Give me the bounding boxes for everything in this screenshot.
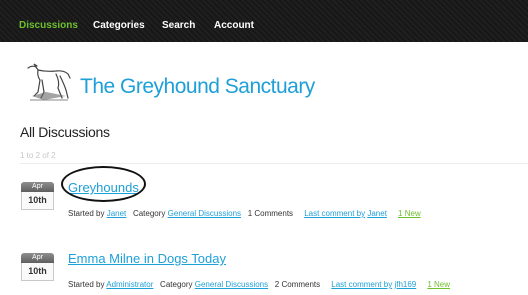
calendar-month: Apr — [21, 253, 54, 263]
discussion-meta: Started by Administrator Category Genera… — [68, 280, 450, 289]
result-count: 1 to 2 of 2 — [20, 151, 56, 160]
category-link[interactable]: General Discussions — [195, 280, 268, 289]
author-link[interactable]: Janet — [107, 209, 127, 218]
nav-categories[interactable]: Categories — [93, 20, 145, 31]
calendar-icon: Apr 10th — [21, 182, 54, 210]
site-title[interactable]: The Greyhound Sanctuary — [80, 75, 315, 99]
category-label: Category — [160, 280, 193, 289]
new-badge[interactable]: 1 New — [427, 280, 450, 289]
started-by-label: Started by — [68, 280, 105, 289]
calendar-icon: Apr 10th — [21, 253, 54, 281]
last-comment-link[interactable]: Last comment by — [331, 280, 392, 289]
discussion-meta: Started by Janet Category General Discus… — [68, 209, 421, 218]
comment-count: 1 Comments — [247, 209, 294, 218]
calendar-month: Apr — [21, 182, 54, 192]
category-link[interactable]: General Discussions — [168, 209, 241, 218]
nav-account[interactable]: Account — [214, 20, 254, 31]
new-badge[interactable]: 1 New — [398, 209, 421, 218]
greyhound-logo-icon[interactable] — [24, 62, 72, 104]
comment-count: 2 Comments — [274, 280, 321, 289]
discussion-title-link[interactable]: Greyhounds — [68, 180, 139, 195]
top-nav-bar: Discussions Categories Search Account — [0, 0, 528, 42]
last-comment-link[interactable]: Last comment by — [304, 209, 365, 218]
divider — [20, 163, 528, 164]
calendar-day: 10th — [21, 192, 54, 210]
category-label: Category — [132, 209, 166, 218]
started-by-label: Started by — [68, 209, 105, 218]
nav-discussions[interactable]: Discussions — [19, 20, 78, 31]
calendar-day: 10th — [21, 263, 54, 281]
page-title: All Discussions — [20, 124, 110, 140]
discussion-title-link[interactable]: Emma Milne in Dogs Today — [68, 251, 226, 266]
last-commenter-link[interactable]: jfh169 — [394, 280, 416, 289]
nav-search[interactable]: Search — [162, 20, 195, 31]
last-commenter-link[interactable]: Janet — [367, 209, 387, 218]
author-link[interactable]: Administrator — [106, 280, 153, 289]
